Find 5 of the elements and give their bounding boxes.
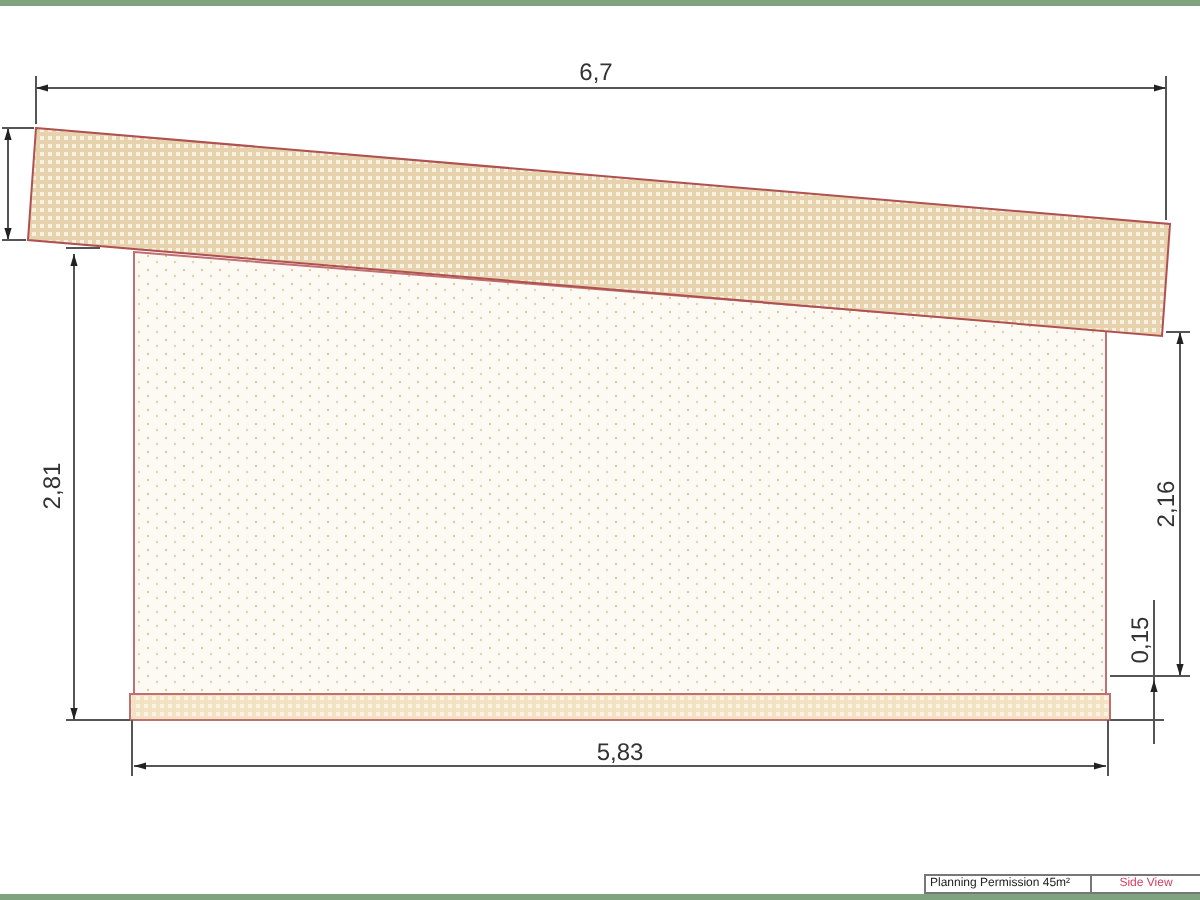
dimension-label: 0,15 [1126, 616, 1154, 664]
dimension-label: 5,83 [596, 738, 644, 766]
dimension-label: 6,7 [579, 58, 613, 86]
dimension-label: 2,81 [38, 462, 66, 510]
dimension-label: 2,16 [1152, 480, 1180, 528]
